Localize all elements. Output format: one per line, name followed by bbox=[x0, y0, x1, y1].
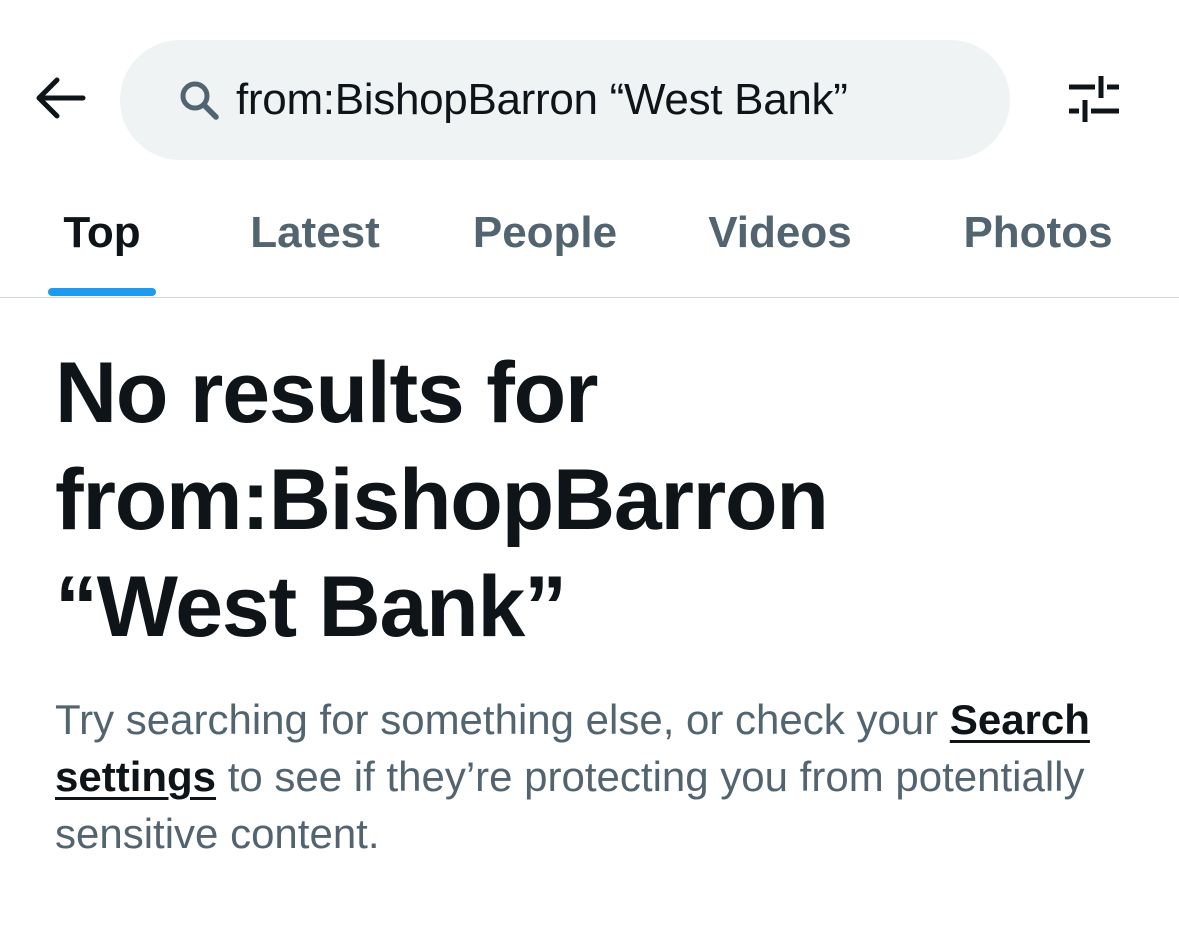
empty-state-title: No results for from:BishopBarron “West B… bbox=[55, 345, 829, 655]
search-icon bbox=[176, 77, 222, 123]
tab-people[interactable]: People bbox=[450, 190, 640, 296]
tab-label: People bbox=[472, 208, 618, 257]
empty-state-message: Try searching for something else, or che… bbox=[55, 691, 1115, 862]
active-tab-indicator bbox=[48, 288, 156, 296]
sliders-icon bbox=[1065, 73, 1123, 130]
tab-label: Photos bbox=[963, 208, 1113, 257]
search-query-text: from:BishopBarron “West Bank” bbox=[236, 75, 848, 124]
tab-videos[interactable]: Videos bbox=[690, 190, 870, 296]
tab-label: Latest bbox=[250, 208, 380, 257]
tab-top[interactable]: Top bbox=[40, 190, 164, 296]
empty-state-text: Try searching for something else, or che… bbox=[55, 696, 950, 743]
tab-label: Videos bbox=[708, 208, 852, 257]
empty-state: No results for from:BishopBarron “West B… bbox=[55, 340, 1135, 862]
back-button[interactable] bbox=[22, 62, 98, 138]
tab-label: Top bbox=[63, 208, 141, 257]
arrow-left-icon bbox=[33, 76, 87, 125]
tab-photos[interactable]: Photos bbox=[940, 190, 1136, 296]
tab-latest[interactable]: Latest bbox=[230, 190, 400, 296]
search-tabs: Top Latest People Videos Photos bbox=[0, 190, 1179, 298]
search-filter-button[interactable] bbox=[1058, 66, 1130, 136]
search-input[interactable]: from:BishopBarron “West Bank” bbox=[120, 40, 1010, 160]
top-bar: from:BishopBarron “West Bank” bbox=[0, 0, 1179, 190]
